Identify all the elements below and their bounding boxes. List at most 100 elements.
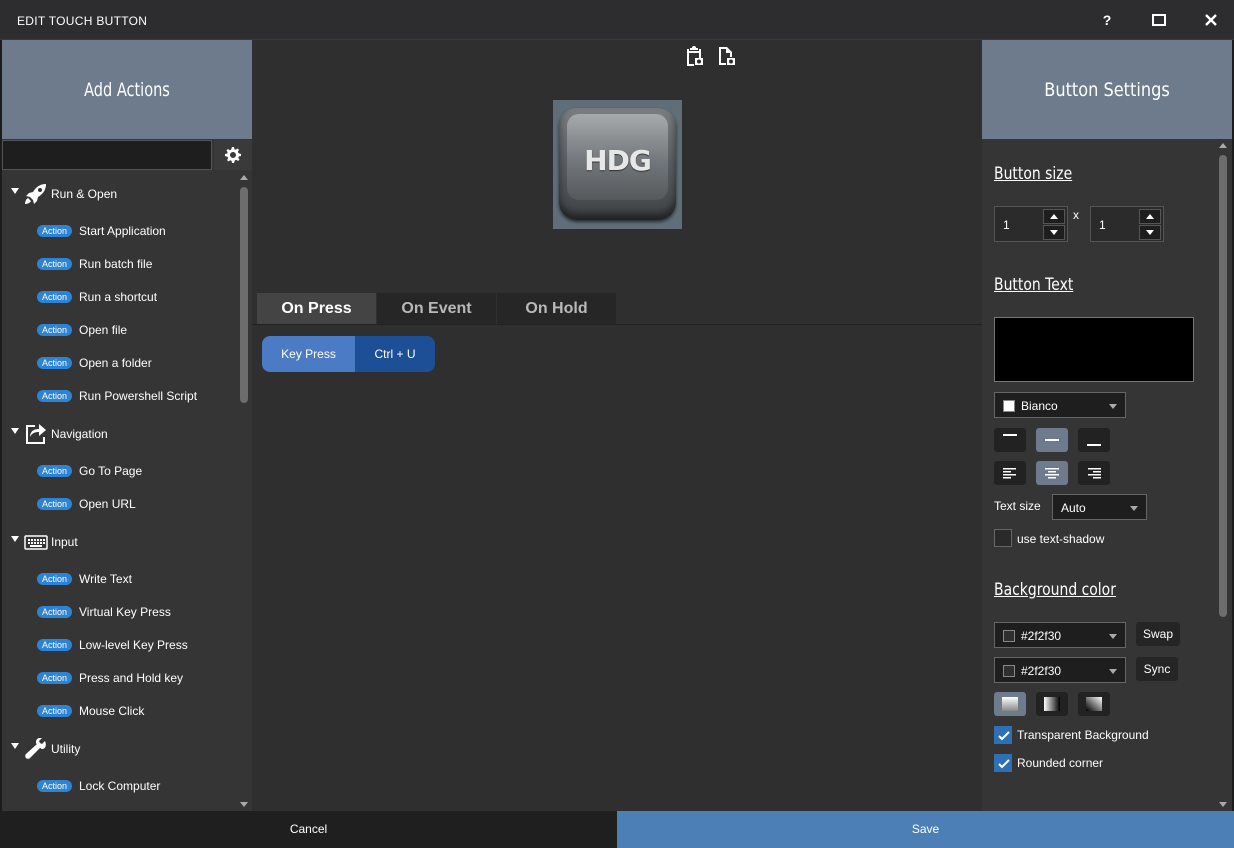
button-height-stepper[interactable]: 1: [1090, 206, 1164, 242]
text-shadow-checkbox[interactable]: [994, 529, 1012, 547]
gradient-diagonal-icon: [1086, 697, 1102, 711]
action-chip[interactable]: Key Press Ctrl + U: [262, 336, 435, 372]
tab-on-hold[interactable]: On Hold: [497, 293, 616, 324]
action-write-text[interactable]: Action Write Text: [2, 568, 235, 590]
copy-file-icon[interactable]: [716, 46, 736, 66]
tab-on-event[interactable]: On Event: [377, 293, 496, 324]
button-settings-panel: Button Settings Button size 1 x 1 Button…: [982, 40, 1232, 811]
category-label: Navigation: [51, 427, 108, 441]
button-preview-face: HDG: [567, 114, 668, 200]
settings-scrollbar[interactable]: [1214, 139, 1232, 811]
gradient-solid-button[interactable]: [994, 692, 1026, 716]
align-middle-button[interactable]: [1036, 428, 1068, 452]
scroll-up-icon[interactable]: [240, 175, 248, 180]
tab-on-press[interactable]: On Press: [257, 293, 376, 324]
action-badge: Action: [37, 780, 73, 792]
action-badge: Action: [37, 258, 73, 270]
increment-button[interactable]: [1139, 209, 1161, 224]
action-open-url[interactable]: Action Open URL: [2, 493, 235, 515]
action-label: Open URL: [79, 497, 136, 511]
action-list-scrollbar[interactable]: [236, 171, 252, 811]
add-actions-header: Add Actions: [2, 40, 252, 139]
action-open-folder[interactable]: Action Open a folder: [2, 352, 235, 374]
action-label: Run batch file: [79, 257, 153, 271]
cancel-button[interactable]: Cancel: [0, 811, 617, 848]
action-search-input[interactable]: [2, 140, 212, 170]
action-label: Press and Hold key: [79, 671, 184, 685]
action-mouse-click[interactable]: Action Mouse Click: [2, 700, 235, 722]
action-label: Go To Page: [79, 464, 143, 478]
action-badge: Action: [37, 573, 73, 585]
button-height-value: 1: [1099, 218, 1106, 232]
save-button[interactable]: Save: [617, 811, 1234, 848]
text-size-dropdown[interactable]: Auto: [1052, 494, 1147, 520]
background-color2-dropdown[interactable]: #2f2f30: [994, 657, 1126, 683]
action-start-application[interactable]: Action Start Application: [2, 220, 235, 242]
align-bottom-button[interactable]: [1078, 428, 1110, 452]
chevron-down-icon: [1050, 230, 1058, 235]
rounded-corner-checkbox[interactable]: [994, 754, 1012, 772]
transparent-background-checkbox[interactable]: [994, 726, 1012, 744]
action-run-powershell[interactable]: Action Run Powershell Script: [2, 385, 235, 407]
button-width-stepper[interactable]: 1: [994, 206, 1068, 242]
increment-button[interactable]: [1043, 209, 1065, 224]
align-right-button[interactable]: [1078, 461, 1110, 485]
background-color1-dropdown[interactable]: #2f2f30: [994, 622, 1126, 648]
dialog-footer: Cancel Save: [0, 811, 1234, 848]
search-settings-button[interactable]: [214, 140, 252, 170]
scroll-up-icon[interactable]: [1219, 143, 1227, 148]
sync-colors-button[interactable]: Sync: [1136, 657, 1178, 681]
align-top-button[interactable]: [994, 428, 1026, 452]
action-lock-computer[interactable]: Action Lock Computer: [2, 775, 235, 797]
maximize-button[interactable]: [1149, 10, 1169, 30]
category-input[interactable]: Input: [2, 527, 235, 557]
action-badge: Action: [37, 324, 73, 336]
expand-arrow-icon[interactable]: [11, 428, 19, 434]
add-actions-title: Add Actions: [84, 79, 170, 101]
action-badge: Action: [37, 465, 73, 477]
paste-clipboard-icon[interactable]: [684, 46, 704, 66]
scroll-down-icon[interactable]: [240, 802, 248, 807]
action-low-level-key-press[interactable]: Action Low-level Key Press: [2, 634, 235, 656]
expand-arrow-icon[interactable]: [11, 536, 19, 542]
editor-area: HDG On Press On Event On Hold Key Press …: [252, 40, 982, 811]
decrement-button[interactable]: [1139, 225, 1161, 240]
gradient-horizontal-button[interactable]: [1036, 692, 1068, 716]
close-button[interactable]: [1201, 10, 1221, 30]
decrement-button[interactable]: [1043, 225, 1065, 240]
scroll-down-icon[interactable]: [1219, 802, 1227, 807]
action-open-file[interactable]: Action Open file: [2, 319, 235, 341]
chevron-down-icon: [1130, 506, 1138, 511]
category-navigation[interactable]: Navigation: [2, 419, 235, 449]
swap-colors-button[interactable]: Swap: [1136, 622, 1180, 646]
expand-arrow-icon[interactable]: [11, 188, 19, 194]
color-swatch: [1003, 665, 1015, 677]
text-color-dropdown[interactable]: Bianco: [994, 392, 1126, 418]
action-run-shortcut[interactable]: Action Run a shortcut: [2, 286, 235, 308]
action-go-to-page[interactable]: Action Go To Page: [2, 460, 235, 482]
category-utility[interactable]: Utility: [2, 734, 235, 764]
rocket-icon: [25, 184, 46, 204]
button-text-input[interactable]: [994, 317, 1194, 382]
help-button[interactable]: ?: [1097, 10, 1117, 30]
wrench-icon: [25, 738, 46, 759]
action-run-batch-file[interactable]: Action Run batch file: [2, 253, 235, 275]
share-arrow-icon: [26, 424, 46, 444]
action-badge: Action: [37, 705, 73, 717]
align-center-button[interactable]: [1036, 461, 1068, 485]
gradient-diagonal-button[interactable]: [1078, 692, 1110, 716]
scrollbar-thumb[interactable]: [240, 187, 248, 403]
align-middle-icon: [1045, 439, 1059, 441]
category-run-open[interactable]: Run & Open: [2, 179, 235, 209]
align-left-button[interactable]: [994, 461, 1026, 485]
scrollbar-thumb[interactable]: [1219, 155, 1227, 617]
action-label: Low-level Key Press: [79, 638, 188, 652]
action-press-hold-key[interactable]: Action Press and Hold key: [2, 667, 235, 689]
text-shadow-label: use text-shadow: [1017, 532, 1105, 546]
action-badge: Action: [37, 639, 73, 651]
action-virtual-key-press[interactable]: Action Virtual Key Press: [2, 601, 235, 623]
action-badge: Action: [37, 357, 73, 369]
action-label: Start Application: [79, 224, 166, 238]
expand-arrow-icon[interactable]: [11, 743, 19, 749]
button-preview: HDG: [553, 100, 682, 229]
